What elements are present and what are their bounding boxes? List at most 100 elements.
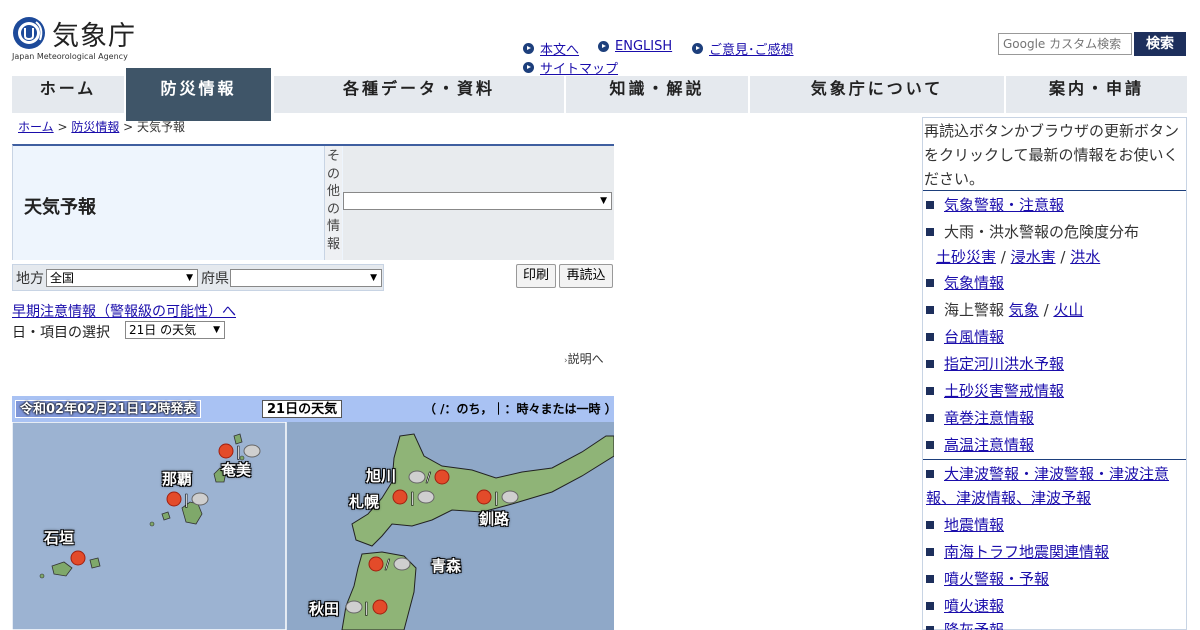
square-bullet-icon [926, 386, 934, 395]
risk-flood-link[interactable]: 洪水 [1070, 248, 1100, 266]
square-bullet-icon [926, 601, 934, 610]
nav-home[interactable]: ホーム [12, 76, 124, 113]
square-bullet-icon [926, 227, 934, 236]
sidebar-item-tornado-link[interactable]: 竜巻注意情報 [944, 409, 1034, 427]
sidebar-item-tornado[interactable]: 竜巻注意情報 [926, 406, 1034, 430]
city-ishigaki[interactable]: 石垣 [44, 527, 74, 548]
sidebar-item-risk-sub: 土砂災害 / 浸水害 / 洪水 [936, 248, 1101, 266]
map-day-label: 21日の天気 [262, 400, 343, 418]
region-label: 地方 [16, 271, 44, 287]
sidebar-item-tsunami-link[interactable]: 大津波警報・津波警報・津波注意報、津波情報、津波予報 [926, 465, 1169, 507]
other-info-select[interactable] [343, 192, 612, 210]
reload-button[interactable]: 再読込 [559, 264, 613, 288]
sidebar-item-landslide-link[interactable]: 土砂災害警戒情報 [944, 382, 1064, 400]
sidebar-item-volcano-warning-link[interactable]: 噴火警報・予報 [944, 570, 1049, 588]
day-select[interactable]: 21日 の天気 [125, 321, 225, 339]
search-button[interactable]: 検索 [1134, 32, 1186, 56]
explain-link-text[interactable]: 説明へ [568, 352, 604, 366]
city-sapporo[interactable]: 札幌 [349, 491, 379, 512]
sidebar-item-typhoon[interactable]: 台風情報 [926, 325, 1004, 349]
top-link-feedback-text[interactable]: ご意見･ご感想 [709, 39, 794, 58]
square-bullet-icon [926, 359, 934, 368]
map-issued-time: 令和02年02月21日12時発表 [15, 400, 202, 418]
map-separator: | [364, 601, 369, 616]
city-naha[interactable]: 那覇 [162, 468, 192, 489]
sidebar-item-marine: 海上警報 気象 / 火山 [926, 298, 1083, 322]
sidebar-item-ash-link[interactable]: 降灰予報 [944, 621, 1004, 630]
sidebar-item-landslide[interactable]: 土砂災害警戒情報 [926, 379, 1064, 403]
sidebar-item-tsunami[interactable]: 大津波警報・津波警報・津波注意報、津波情報、津波予報 [926, 462, 1178, 510]
sidebar-item-warnings[interactable]: 気象警報・注意報 [926, 193, 1064, 217]
sidebar-item-risk-map-label: 大雨・洪水警報の危険度分布 [944, 223, 1140, 241]
sidebar-divider [923, 459, 1186, 460]
breadcrumb-disaster[interactable]: 防災情報 [71, 120, 119, 134]
sidebar-item-river-flood[interactable]: 指定河川洪水予報 [926, 352, 1064, 376]
jma-logo[interactable]: 気象庁 Japan Meteorological Agency [12, 12, 142, 62]
page-title: 天気予報 [24, 197, 96, 218]
nav-knowledge[interactable]: 知識・解説 [566, 76, 748, 113]
sidebar-item-river-flood-link[interactable]: 指定河川洪水予報 [944, 355, 1064, 373]
top-link-main-content[interactable]: 本文へ [523, 39, 579, 58]
sidebar-item-nankai-link[interactable]: 南海トラフ地震関連情報 [944, 543, 1109, 561]
risk-inundation-link[interactable]: 浸水害 [1011, 248, 1056, 266]
day-select-label: 日・項目の選択 [12, 325, 110, 341]
sidebar-item-nankai[interactable]: 南海トラフ地震関連情報 [926, 540, 1109, 564]
city-asahikawa[interactable]: 旭川 [366, 465, 396, 486]
square-bullet-icon [926, 625, 934, 630]
sidebar-item-ash[interactable]: 降灰予報 [926, 618, 1004, 630]
sidebar-item-heat-link[interactable]: 高温注意情報 [944, 436, 1034, 454]
map-legend: （ /：のち，｜：時々または一時 ） [424, 402, 617, 416]
sidebar-item-weather-info-link[interactable]: 気象情報 [944, 274, 1004, 292]
marine-weather-link[interactable]: 気象 [1009, 301, 1039, 319]
sidebar-item-volcano-flash-link[interactable]: 噴火速報 [944, 597, 1004, 615]
breadcrumb-sep: > [119, 120, 138, 134]
sidebar-item-earthquake-link[interactable]: 地震情報 [944, 516, 1004, 534]
weather-map-graphic: | | / | | / | [12, 396, 614, 630]
weather-map[interactable]: | | / | | / | [12, 396, 614, 630]
logo-text: 気象庁 [52, 21, 136, 52]
sidebar-item-weather-info[interactable]: 気象情報 [926, 271, 1004, 295]
map-separator: | [494, 491, 499, 506]
top-link-english-text[interactable]: ENGLISH [615, 39, 672, 54]
city-amami[interactable]: 奄美 [221, 459, 251, 480]
early-warning-link[interactable]: 早期注意情報（警報級の可能性）へ [12, 301, 236, 321]
city-aomori[interactable]: 青森 [431, 555, 461, 576]
city-akita[interactable]: 秋田 [309, 598, 339, 619]
risk-landslide-link[interactable]: 土砂災害 [936, 248, 996, 266]
top-link-main-content-text[interactable]: 本文へ [540, 39, 579, 58]
prefecture-label: 府県 [201, 271, 229, 287]
sidebar-item-warnings-link[interactable]: 気象警報・注意報 [944, 196, 1064, 214]
sidebar-item-risk-map: 大雨・洪水警報の危険度分布 [926, 220, 1139, 244]
nav-data[interactable]: 各種データ・資料 [274, 76, 564, 113]
sidebar-item-typhoon-link[interactable]: 台風情報 [944, 328, 1004, 346]
nav-disaster-info[interactable]: 防災情報 [126, 68, 271, 121]
sidebar-item-volcano-flash[interactable]: 噴火速報 [926, 594, 1004, 618]
breadcrumb-home[interactable]: ホーム [18, 120, 54, 134]
square-bullet-icon [926, 440, 934, 449]
sidebar-item-earthquake[interactable]: 地震情報 [926, 513, 1004, 537]
square-bullet-icon [926, 574, 934, 583]
top-link-sitemap-text[interactable]: サイトマップ [540, 58, 618, 77]
bullet-arrow-icon [523, 43, 534, 54]
sidebar-item-heat[interactable]: 高温注意情報 [926, 433, 1034, 457]
map-separator: | [410, 491, 415, 506]
top-link-sitemap[interactable]: サイトマップ [523, 58, 618, 77]
top-link-english[interactable]: ENGLISH [598, 39, 672, 54]
search-input[interactable] [998, 33, 1132, 55]
prefecture-select[interactable] [230, 269, 382, 287]
breadcrumb-current: 天気予報 [137, 120, 186, 134]
nav-guide[interactable]: 案内・申請 [1006, 76, 1187, 113]
square-bullet-icon [926, 332, 934, 341]
sidebar-item-volcano-warning[interactable]: 噴火警報・予報 [926, 567, 1049, 591]
print-button[interactable]: 印刷 [516, 264, 556, 288]
city-kushiro[interactable]: 釧路 [479, 508, 509, 529]
nav-about[interactable]: 気象庁について [750, 76, 1004, 113]
top-link-feedback[interactable]: ご意見･ご感想 [692, 39, 794, 58]
region-select[interactable]: 全国 [46, 269, 198, 287]
marine-volcano-link[interactable]: 火山 [1053, 301, 1083, 319]
other-info-label: その他の情報 [327, 149, 341, 252]
jma-logo-icon [13, 17, 45, 49]
sidebar-note: 再読込ボタンかブラウザの更新ボタンをクリックして最新の情報をお使いください。 [924, 122, 1180, 188]
breadcrumb-sep: > [53, 120, 72, 134]
explain-link[interactable]: ›説明へ [564, 350, 604, 367]
